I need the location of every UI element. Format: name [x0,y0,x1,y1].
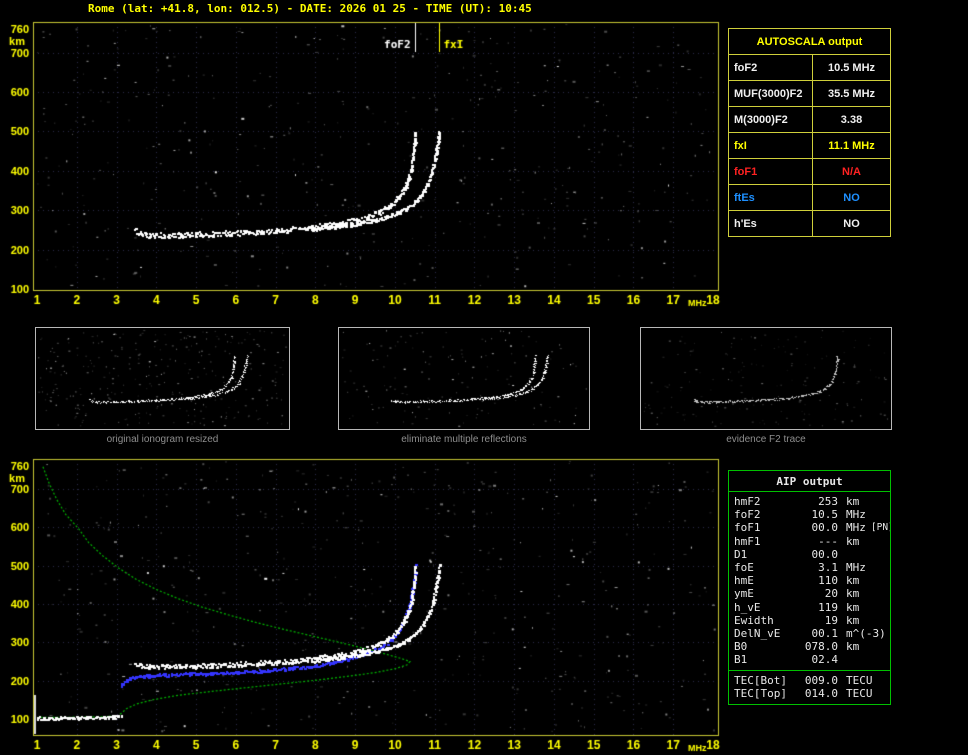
thumbnail-original-ionogram [35,327,290,430]
profile-ionogram-plot [0,444,728,755]
aip-param-label: hmF2 [734,495,761,508]
table-row-hEs: h'Es NO [728,210,891,237]
aip-row-ymE: ymE 20 km [734,587,885,600]
table-row-ftEs: ftEs NO [728,184,891,211]
aip-param-value: 19 [824,613,838,627]
autoscala-output-table: AUTOSCALA output foF2 10.5 MHz MUF(3000)F… [728,28,891,237]
autoscala-table-header: AUTOSCALA output [728,28,891,55]
aip-param-unit: km [846,587,860,601]
aip-param-value: 119 [818,600,838,614]
aip-param-unit: TECU [846,686,873,700]
aip-param-unit: MHz [846,508,866,522]
aip-row-h_vE: h_vE 119 km [734,601,885,614]
aip-param-value: 20 [824,587,838,601]
aip-param-value: 3.1 [818,561,838,575]
param-value: 11.1 MHz [812,132,891,159]
station-date-time-title: Rome (lat: +41.8, lon: 012.5) - DATE: 20… [88,2,532,15]
param-label: h'Es [728,210,813,237]
thumbnail-evidence-f2-trace [640,327,892,430]
aip-param-unit: MHz [846,561,866,575]
aip-param-label: hmE [734,574,754,588]
aip-param-unit: km [846,495,860,508]
aip-param-label: B1 [734,653,748,667]
thumbnail-eliminate-reflections [338,327,590,430]
aip-param-unit: MHz [846,521,866,535]
aip-row-hmE: hmE 110 km [734,574,885,587]
aip-param-value: 00.0 [811,521,839,535]
aip-param-unit: km [846,640,860,654]
aip-param-label: B0 [734,640,748,654]
aip-param-label: ymE [734,587,754,601]
param-label: foF2 [728,54,813,81]
thumbnail-caption-reflections: eliminate multiple reflections [401,434,527,445]
param-value: 35.5 MHz [812,80,891,107]
param-label: ftEs [728,184,813,211]
param-label: foF1 [728,158,813,185]
aip-row-TEC[Bot]: TEC[Bot] 009.0 TECU [734,674,885,687]
table-row-M3000F2: M(3000)F2 3.38 [728,106,891,133]
aip-param-value: 253 [818,495,838,508]
aip-row-B1: B1 02.4 [734,653,885,666]
aip-row-B0: B0 078.0 km [734,640,885,653]
table-row-fxI: fxI 11.1 MHz [728,132,891,159]
table-row-foF1: foF1 N/A [728,158,891,185]
aip-param-value: 110 [818,574,838,588]
aip-param-note: [PN] [870,522,890,534]
aip-row-hmF1: hmF1 --- km [734,535,885,548]
aip-output-table: AIP output hmF2 253 km foF2 10.5 MHz foF1 00.0 M… [728,470,891,706]
aip-param-value: 009.0 [804,673,838,687]
tec-separator [729,669,890,671]
aip-row-TEC[Top]: TEC[Top] 014.0 TECU [734,687,885,700]
table-row-MUF3000F2: MUF(3000)F2 35.5 MHz [728,80,891,107]
aip-param-value: 02.4 [811,653,839,667]
aip-param-label: h_vE [734,600,761,614]
aip-param-unit: TECU [846,673,873,687]
autoscala-header-row: AUTOSCALA output [728,28,891,55]
aip-param-label: hmF1 [734,534,761,548]
aip-param-label: TEC[Bot] [734,673,787,687]
aip-param-label: foE [734,561,754,575]
param-value: 10.5 MHz [812,54,891,81]
aip-param-label: foF1 [734,521,761,535]
aip-param-value: --- [818,534,838,548]
aip-row-foF2: foF2 10.5 MHz [734,508,885,521]
aip-param-label: Ewidth [734,613,774,627]
aip-row-foF1: foF1 00.0 MHz [PN] [734,521,890,535]
aip-param-value: 014.0 [804,686,838,700]
aip-row-Ewidth: Ewidth 19 km [734,614,885,627]
aip-param-label: TEC[Top] [734,686,787,700]
aip-param-value: 078.0 [804,640,838,654]
aip-param-unit: m^(-3) [846,627,886,641]
param-value: N/A [812,158,891,185]
param-value: NO [812,184,891,211]
aip-param-label: DelN_vE [734,627,781,641]
table-row-foF2: foF2 10.5 MHz [728,54,891,81]
param-value: NO [812,210,891,237]
aip-param-value: 10.5 [811,508,839,522]
aip-table-header: AIP output [729,471,890,492]
param-label: MUF(3000)F2 [728,80,813,107]
aip-row-D1: D1 00.0 [734,548,885,561]
aip-row-DelN_vE: DelN_vE 00.1 m^(-3) [734,627,886,641]
autoscala-table-body: foF2 10.5 MHz MUF(3000)F2 35.5 MHz M(3000)… [728,54,891,237]
param-label: M(3000)F2 [728,106,813,133]
param-value: 3.38 [812,106,891,133]
aip-param-unit: km [846,600,860,614]
aip-param-unit: km [846,574,860,588]
aip-row-hmF2: hmF2 253 km [734,495,885,508]
aip-param-value: 00.1 [811,627,839,641]
aip-table-body: hmF2 253 km foF2 10.5 MHz foF1 00.0 MHz [PN] hmF1 -… [729,492,890,704]
thumbnail-caption-original: original ionogram resized [106,434,219,445]
aip-param-label: foF2 [734,508,761,522]
aip-param-label: D1 [734,547,748,561]
aip-param-value: 00.0 [811,547,839,561]
param-label: fxI [728,132,813,159]
autoscala-window: Rome (lat: +41.8, lon: 012.5) - DATE: 20… [0,0,968,755]
aip-param-unit: km [846,534,860,548]
thumbnail-caption-f2trace: evidence F2 trace [726,434,806,445]
aip-row-foE: foE 3.1 MHz [734,561,885,574]
aip-param-unit: km [846,613,860,627]
scaled-ionogram-plot [0,0,728,320]
